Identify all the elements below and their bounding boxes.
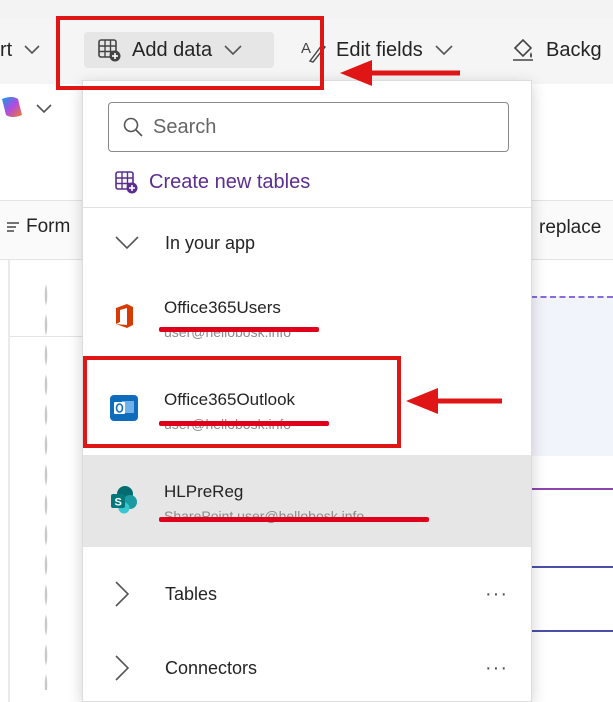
annotation-box-add-data xyxy=(56,16,324,90)
section-connectors[interactable]: Connectors ··· xyxy=(83,640,531,696)
toolbar-item-insert[interactable]: rt xyxy=(0,32,40,68)
tree-view-pane xyxy=(0,260,82,702)
connection-name: HLPreReg xyxy=(164,482,244,501)
more-options-icon[interactable]: ··· xyxy=(485,657,508,680)
connection-office365users[interactable]: Office365Users user@hellobosk.info xyxy=(83,271,531,363)
panel-divider xyxy=(83,207,531,208)
chevron-down-icon xyxy=(24,45,40,55)
formula-label: Form xyxy=(26,216,71,237)
pane-divider xyxy=(8,260,10,702)
background-button[interactable]: Backg xyxy=(510,32,602,68)
create-new-tables-label: Create new tables xyxy=(149,170,311,193)
section-tables[interactable]: Tables ··· xyxy=(83,566,531,622)
search-icon xyxy=(123,117,143,137)
chevron-right-icon xyxy=(115,655,129,681)
chevron-down-icon xyxy=(115,236,139,250)
search-input[interactable] xyxy=(153,115,483,139)
create-new-tables-button[interactable]: Create new tables xyxy=(113,167,310,197)
chevron-down-icon xyxy=(36,104,52,114)
chevron-right-icon xyxy=(115,581,129,607)
canvas-control-line xyxy=(531,566,613,568)
section-label: In your app xyxy=(165,232,256,253)
connection-name: Office365Users xyxy=(164,298,281,317)
canvas-control-line xyxy=(531,630,613,632)
search-box[interactable] xyxy=(108,102,509,152)
section-label: Connectors xyxy=(165,657,258,678)
replace-label: replace xyxy=(539,217,602,238)
formula-button[interactable]: Form xyxy=(6,216,70,238)
annotation-arrow-outlook xyxy=(406,388,502,414)
formula-icon xyxy=(6,220,20,234)
svg-text:S: S xyxy=(115,497,122,509)
annotation-box-outlook xyxy=(83,356,401,448)
sharepoint-icon: S xyxy=(109,485,139,515)
section-in-your-app[interactable]: In your app xyxy=(83,215,531,271)
canvas-grid-dots xyxy=(540,282,610,286)
redaction-mark xyxy=(159,517,429,522)
annotation-arrow-add-data xyxy=(340,60,460,86)
more-options-icon[interactable]: ··· xyxy=(485,583,508,606)
table-add-icon xyxy=(113,169,139,195)
copilot-icon xyxy=(0,95,30,124)
toolbar-insert-label: rt xyxy=(0,38,13,61)
background-label: Backg xyxy=(546,38,602,61)
canvas-selection[interactable] xyxy=(531,296,613,456)
redaction-mark xyxy=(159,327,319,332)
chevron-down-icon xyxy=(435,45,453,55)
office-icon xyxy=(109,301,139,331)
canvas-control-line xyxy=(531,488,613,490)
section-label: Tables xyxy=(165,583,218,604)
connection-hlprereg[interactable]: S HLPreReg SharePoint user@hellobosk.inf… xyxy=(83,455,531,547)
canvas-grid-dots xyxy=(44,280,48,690)
paint-bucket-icon xyxy=(510,37,536,63)
copilot-button[interactable] xyxy=(0,94,52,124)
